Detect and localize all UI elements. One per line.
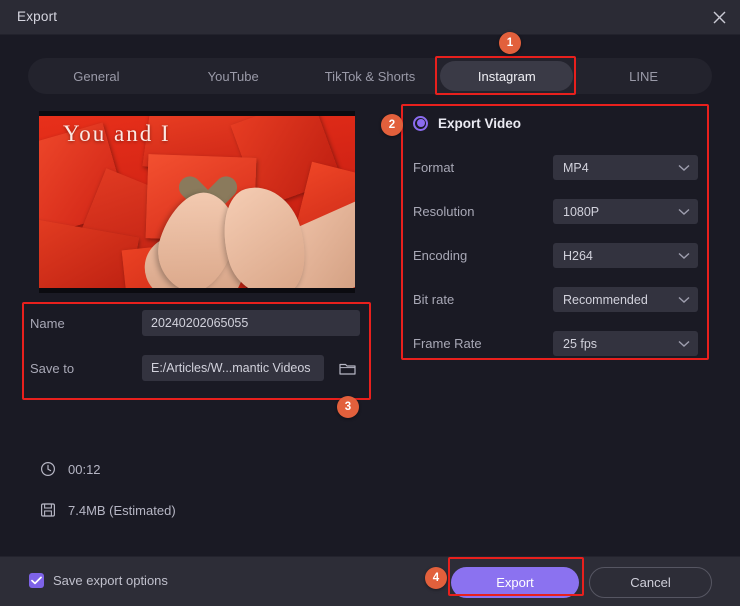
framerate-value: 25 fps [563,336,598,351]
export-video-label: Export Video [438,115,522,131]
save-export-options-checkbox[interactable] [29,573,44,588]
format-select[interactable]: MP4 [553,155,698,180]
annotation-badge-1: 1 [499,32,521,54]
dialog-footer: Save export options Export Cancel [0,556,740,606]
tab-tiktok[interactable]: TikTok & Shorts [304,61,437,91]
framerate-select[interactable]: 25 fps [553,331,698,356]
preview-overlay-title: You and I [63,121,171,146]
saveto-row: Save to E:/Articles/W...mantic Videos [30,355,360,381]
file-form: Name 20240202065055 Save to E:/Articles/… [30,310,360,400]
export-stats: 00:12 7.4MB (Estimated) [40,458,176,540]
export-button[interactable]: Export [451,567,579,598]
bitrate-label: Bit rate [413,292,455,307]
close-icon[interactable] [704,4,734,31]
folder-icon[interactable] [334,355,360,381]
tab-general[interactable]: General [30,61,163,91]
annotation-badge-3: 3 [337,396,359,418]
setting-row-format: Format MP4 [413,155,703,180]
save-export-options-toggle[interactable]: Save export options [29,573,168,588]
title-bar: Export [0,0,740,35]
chevron-down-icon [678,296,690,303]
platform-tabs: General YouTube TikTok & Shorts Instagra… [28,58,712,94]
format-value: MP4 [563,160,589,175]
tab-line[interactable]: LINE [577,61,710,91]
saveto-input[interactable]: E:/Articles/W...mantic Videos [142,355,324,381]
name-input[interactable]: 20240202065055 [142,310,360,336]
export-video-panel: Export Video Format MP4 Resolution 1080P… [413,112,703,375]
annotation-badge-4: 4 [425,567,447,589]
chevron-down-icon [678,252,690,259]
encoding-label: Encoding [413,248,468,263]
name-row: Name 20240202065055 [30,310,360,336]
annotation-badge-2: 2 [381,114,403,136]
export-dialog: Export General YouTube TikTok & Shorts I… [0,0,740,606]
export-video-radio[interactable] [413,115,428,131]
filesize-text: 7.4MB (Estimated) [68,502,176,518]
bitrate-select[interactable]: Recommended [553,287,698,312]
setting-row-bitrate: Bit rate Recommended [413,287,703,312]
setting-row-resolution: Resolution 1080P [413,199,703,224]
video-preview-thumbnail: You and I [39,111,355,293]
clock-icon [40,461,64,477]
filesize-row: 7.4MB (Estimated) [40,499,176,521]
setting-row-framerate: Frame Rate 25 fps [413,331,703,356]
tab-instagram[interactable]: Instagram [440,61,574,91]
chevron-down-icon [678,164,690,171]
duration-text: 00:12 [68,461,101,477]
save-disk-icon [40,502,64,518]
cancel-button[interactable]: Cancel [589,567,712,598]
encoding-value: H264 [563,248,593,263]
bitrate-value: Recommended [563,292,648,307]
resolution-label: Resolution [413,204,475,219]
window-title: Export [17,9,58,24]
save-export-options-label: Save export options [53,573,168,588]
setting-row-encoding: Encoding H264 [413,243,703,268]
chevron-down-icon [678,208,690,215]
saveto-label: Save to [30,360,75,376]
resolution-select[interactable]: 1080P [553,199,698,224]
encoding-select[interactable]: H264 [553,243,698,268]
tab-youtube[interactable]: YouTube [167,61,300,91]
name-label: Name [30,315,65,331]
duration-row: 00:12 [40,458,176,480]
resolution-value: 1080P [563,204,600,219]
format-label: Format [413,160,455,175]
framerate-label: Frame Rate [413,336,482,351]
export-video-header: Export Video [413,112,703,134]
chevron-down-icon [678,340,690,347]
